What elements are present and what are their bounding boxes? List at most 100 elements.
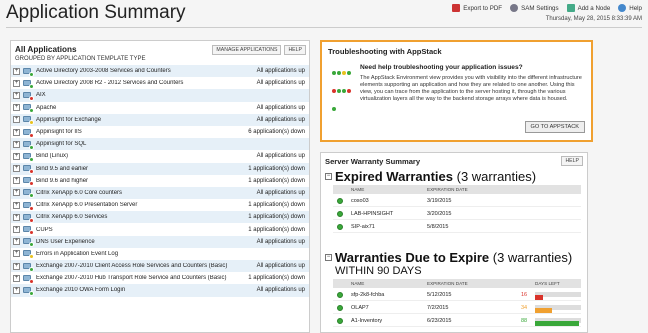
sam-settings-label: SAM Settings <box>521 4 559 12</box>
list-item[interactable]: + Active Directory 2008 R2 - 2012 Service… <box>11 77 309 89</box>
application-name[interactable]: Active Directory 2003-2008 Services and … <box>36 68 257 74</box>
expand-icon[interactable]: + <box>13 274 20 282</box>
application-group-icon <box>23 189 34 199</box>
add-node-icon <box>566 4 575 12</box>
server-name[interactable]: OLAP7 <box>351 305 369 311</box>
sam-settings-link[interactable]: SAM Settings <box>510 4 559 12</box>
application-name[interactable]: Active Directory 2008 R2 - 2012 Services… <box>36 80 257 86</box>
expand-icon[interactable]: + <box>13 128 20 136</box>
expand-icon[interactable]: + <box>13 140 20 148</box>
help-link[interactable]: Help <box>618 4 642 12</box>
days-left-bar <box>535 318 581 326</box>
expand-icon[interactable]: + <box>13 177 20 185</box>
list-item[interactable]: + Exchange 2010 OWA Form Login All applica… <box>11 284 309 297</box>
days-left-bar-fill <box>535 308 553 313</box>
application-name[interactable]: Bind (Linux) <box>36 153 257 159</box>
table-row[interactable]: coso03 3/19/2015 <box>333 195 581 207</box>
application-name[interactable]: Citrix XenApp 6.0 Presentation Server <box>36 202 248 208</box>
days-left: 34 <box>521 305 528 311</box>
expand-icon[interactable]: + <box>13 189 20 197</box>
list-item[interactable]: + Appinsight for Exchange All applications… <box>11 113 309 126</box>
application-name[interactable]: Bind 9.5 and earlier <box>36 166 248 172</box>
application-group-icon <box>23 286 34 296</box>
export-pdf-link[interactable]: Export to PDF <box>452 4 502 12</box>
table-row[interactable]: A1-Inventory 6/23/2015 88 <box>333 315 581 327</box>
server-name[interactable]: LAB-HPINSIGHT <box>351 211 393 217</box>
application-name[interactable]: Errors in Application Event Log <box>36 251 305 257</box>
list-item[interactable]: + Appinsight for IIS 6 application(s) down <box>11 126 309 138</box>
list-item[interactable]: + Active Directory 2003-2008 Services and… <box>11 65 309 78</box>
status-dot-icon <box>29 290 34 296</box>
expand-icon[interactable]: + <box>13 152 20 160</box>
expand-icon[interactable]: + <box>13 104 20 112</box>
status-dot-icon <box>29 144 34 150</box>
application-name[interactable]: Citrix XenApp 6.0 Core counters <box>36 190 257 196</box>
status-dot-icon <box>347 71 351 75</box>
list-item[interactable]: + CUPS 1 application(s) down <box>11 223 309 236</box>
expand-icon[interactable]: + <box>13 91 20 99</box>
days-left-bar <box>535 292 581 300</box>
application-name[interactable]: Apache <box>36 105 257 111</box>
application-name[interactable]: Citrix XenApp 6.0 Services <box>36 214 248 220</box>
expand-icon[interactable]: + <box>13 67 20 75</box>
application-name[interactable]: DNS User Experience <box>36 239 257 245</box>
manage-applications-button[interactable]: MANAGE APPLICATIONS <box>212 45 282 55</box>
application-status: All applications up <box>256 153 305 160</box>
application-name[interactable]: Appinsight for IIS <box>36 129 248 135</box>
application-name[interactable]: Exchange 2010 OWA Form Login <box>36 287 257 293</box>
expand-icon[interactable]: + <box>13 226 20 234</box>
expand-icon[interactable]: + <box>13 201 20 209</box>
application-name[interactable]: CUPS <box>36 227 248 233</box>
application-status: All applications up <box>256 68 305 75</box>
application-name[interactable]: Exchange 2007-2010 Client Access Role Se… <box>36 263 257 269</box>
application-name[interactable]: Bind 9.6 and higher <box>36 178 248 184</box>
collapse-due-icon[interactable]: − <box>325 254 332 261</box>
due-heading-bold: Warranties Due to Expire <box>335 250 490 265</box>
list-item[interactable]: + Bind 9.5 and earlier 1 application(s) do… <box>11 162 309 175</box>
col-expiration: EXPIRATION DATE <box>427 187 468 192</box>
expand-icon[interactable]: + <box>13 79 20 87</box>
table-row[interactable]: SIP-aix71 5/8/2015 <box>333 221 581 233</box>
list-item[interactable]: + Citrix XenApp 6.0 Presentation Server 1 … <box>11 199 309 211</box>
list-item[interactable]: + Apache All applications up <box>11 102 309 114</box>
expand-icon[interactable]: + <box>13 213 20 221</box>
application-group-icon <box>23 152 34 162</box>
server-name[interactable]: A1-Inventory <box>351 318 382 324</box>
warranty-help-button[interactable]: HELP <box>561 156 583 166</box>
list-item[interactable]: + Citrix XenApp 6.0 Services 1 application… <box>11 211 309 224</box>
go-to-appstack-button[interactable]: GO TO APPSTACK <box>524 121 585 133</box>
help-button[interactable]: HELP <box>284 45 306 55</box>
expand-icon[interactable]: + <box>13 250 20 258</box>
list-item[interactable]: + Exchange 2007-2010 Hub Transport Role S… <box>11 272 309 284</box>
expand-icon[interactable]: + <box>13 116 20 124</box>
list-item[interactable]: + Citrix XenApp 6.0 Core counters All appl… <box>11 186 309 200</box>
table-row[interactable]: OLAP7 7/2/2015 34 <box>333 302 581 314</box>
list-item[interactable]: + Exchange 2007-2010 Client Access Role S… <box>11 260 309 273</box>
table-row[interactable]: sfp-2k8-fchba 5/12/2015 16 <box>333 289 581 301</box>
application-status: All applications up <box>256 116 305 123</box>
server-name[interactable]: sfp-2k8-fchba <box>351 292 384 298</box>
expand-icon[interactable]: + <box>13 165 20 173</box>
list-item[interactable]: + Bind 9.6 and higher 1 application(s) dow… <box>11 175 309 187</box>
list-item[interactable]: + DNS User Experience All applications up <box>11 235 309 248</box>
application-name[interactable]: Appinsight for Exchange <box>36 117 257 123</box>
server-name[interactable]: coso03 <box>351 198 369 204</box>
list-item[interactable]: + Appinsight for SQL <box>11 138 309 151</box>
application-name[interactable]: AIX <box>36 92 305 98</box>
settings-icon <box>510 4 519 12</box>
list-item[interactable]: + Bind (Linux) All applications up <box>11 150 309 162</box>
server-name[interactable]: SIP-aix71 <box>351 224 375 230</box>
application-name[interactable]: Appinsight for SQL <box>36 141 305 147</box>
list-item[interactable]: + AIX <box>11 89 309 102</box>
expand-icon[interactable]: + <box>13 262 20 270</box>
expand-icon[interactable]: + <box>13 286 20 294</box>
collapse-expired-icon[interactable]: − <box>325 173 332 180</box>
application-group-icon <box>23 104 34 114</box>
add-node-label: Add a Node <box>577 4 611 12</box>
application-name[interactable]: Exchange 2007-2010 Hub Transport Role Se… <box>36 275 248 281</box>
add-node-link[interactable]: Add a Node <box>566 4 611 12</box>
table-row[interactable]: LAB-HPINSIGHT 3/20/2015 <box>333 208 581 220</box>
application-group-icon <box>23 91 34 101</box>
expand-icon[interactable]: + <box>13 238 20 246</box>
list-item[interactable]: + Errors in Application Event Log <box>11 248 309 260</box>
